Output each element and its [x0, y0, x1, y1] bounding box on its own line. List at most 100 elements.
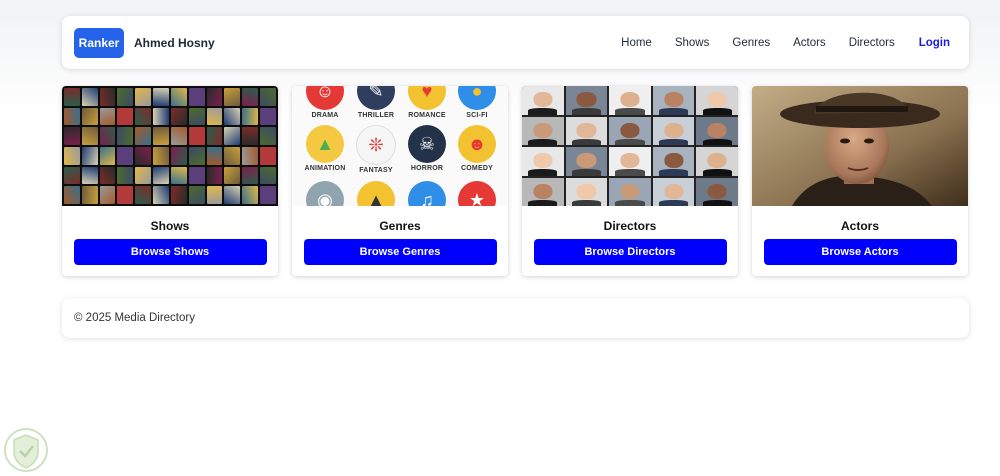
director-portrait-thumb	[652, 177, 695, 206]
movie-poster-thumb	[153, 88, 169, 106]
movie-poster-thumb	[206, 88, 223, 106]
movie-poster-thumb	[206, 186, 223, 204]
movie-poster-thumb	[135, 107, 152, 126]
director-portrait-thumb	[609, 177, 651, 206]
movie-poster-thumb	[117, 146, 134, 165]
genre-label: HORROR	[410, 165, 444, 172]
dragon-icon: ❊	[356, 125, 396, 165]
movie-poster-thumb	[242, 186, 259, 204]
nav-links: Home Shows Genres Actors Directors Login	[598, 37, 957, 49]
nav-link-actors[interactable]: Actors	[793, 37, 826, 49]
movie-poster-thumb	[99, 107, 116, 126]
movie-poster-thumb	[170, 127, 187, 145]
genre-comedy: ☻ COMEDY	[452, 125, 502, 172]
movie-poster-thumb	[64, 88, 80, 106]
nav-link-genres[interactable]: Genres	[732, 37, 770, 49]
movie-poster-thumb	[81, 186, 98, 204]
movie-poster-thumb	[188, 88, 205, 106]
director-portrait-thumb	[522, 116, 564, 145]
actor-portrait-drawing	[752, 86, 968, 206]
genre-drama: ☺ DRAMA	[300, 86, 350, 119]
movie-poster-thumb	[99, 166, 116, 185]
cactus-icon: ▲	[306, 125, 344, 163]
browse-directors-button[interactable]: Browse Directors	[533, 239, 727, 265]
movie-poster-thumb	[242, 146, 259, 165]
card-title-genres: Genres	[379, 219, 421, 233]
genre-fantasy: ❊ FANTASY	[351, 125, 401, 174]
movie-poster-thumb	[135, 146, 152, 165]
movie-poster-thumb	[117, 166, 134, 185]
genre-icon-grid: ☺ DRAMA ✎ THRILLER ♥ ROMANCE ● SCI-FI ▲ …	[292, 86, 508, 206]
skull-icon: ☠	[408, 125, 446, 163]
movie-poster-thumb	[242, 127, 259, 145]
shows-image	[62, 86, 278, 206]
movie-poster-thumb	[206, 127, 223, 145]
movie-poster-thumb	[117, 107, 134, 126]
directors-image	[522, 86, 738, 206]
genre-label: COMEDY	[461, 165, 493, 172]
movie-poster-thumb	[99, 88, 116, 106]
thriller-icon: ✎	[357, 86, 395, 110]
movie-poster-thumb	[188, 107, 205, 126]
camera-icon: ◉	[306, 181, 344, 206]
movie-poster-thumb	[81, 88, 98, 106]
card-title-actors: Actors	[840, 219, 879, 233]
genre-label: FANTASY	[359, 167, 393, 174]
movie-poster-thumb	[117, 186, 134, 204]
director-portrait-thumb	[565, 86, 608, 115]
browse-genres-button[interactable]: Browse Genres	[303, 239, 497, 265]
movie-poster-thumb	[260, 127, 276, 145]
browse-actors-button[interactable]: Browse Actors	[763, 239, 957, 265]
owner-name: Ahmed Hosny	[134, 35, 215, 50]
director-portrait-thumb	[522, 86, 564, 115]
card-title-directors: Directors	[603, 219, 657, 233]
genre-horror: ☠ HORROR	[402, 125, 452, 172]
director-portrait-thumb	[696, 147, 738, 176]
movie-poster-thumb	[242, 107, 259, 126]
movie-poster-thumb	[153, 146, 169, 165]
director-portrait-thumb	[609, 116, 651, 145]
music-icon: ♫	[408, 181, 446, 206]
genre-thriller: ✎ THRILLER	[351, 86, 401, 119]
heart-icon: ♥	[408, 86, 446, 110]
director-portrait-thumb	[652, 147, 695, 176]
nav-link-shows[interactable]: Shows	[675, 37, 710, 49]
movie-poster-thumb	[153, 107, 169, 126]
movie-poster-thumb	[206, 107, 223, 126]
movie-poster-thumb	[81, 107, 98, 126]
card-title-shows: Shows	[150, 219, 190, 233]
hat-icon: ▲	[357, 181, 395, 206]
genre-label: SCI-FI	[466, 112, 488, 119]
movie-poster-thumb	[224, 166, 241, 185]
movie-poster-thumb	[260, 186, 276, 204]
brand-logo[interactable]: Ranker	[74, 27, 124, 58]
browse-shows-button[interactable]: Browse Shows	[73, 239, 267, 265]
movie-poster-thumb	[260, 166, 276, 185]
western-icon: ★	[458, 181, 496, 206]
actors-image	[752, 86, 968, 206]
nav-link-home[interactable]: Home	[621, 37, 652, 49]
movie-poster-thumb	[170, 166, 187, 185]
movie-poster-thumb	[64, 166, 80, 185]
movie-poster-thumb	[242, 166, 259, 185]
movie-poster-thumb	[188, 166, 205, 185]
genre-label: THRILLER	[357, 112, 395, 119]
nav-link-directors[interactable]: Directors	[849, 37, 895, 49]
director-faces-grid	[522, 86, 738, 206]
footer: © 2025 Media Directory	[62, 298, 969, 338]
movie-poster-thumb	[135, 127, 152, 145]
genres-image: ☺ DRAMA ✎ THRILLER ♥ ROMANCE ● SCI-FI ▲ …	[292, 86, 508, 206]
movie-poster-thumb	[81, 166, 98, 185]
movie-poster-thumb	[170, 88, 187, 106]
movie-poster-thumb	[153, 166, 169, 185]
director-portrait-thumb	[696, 116, 738, 145]
login-link[interactable]: Login	[919, 37, 950, 49]
director-portrait-thumb	[696, 86, 738, 115]
movie-poster-thumb	[170, 107, 187, 126]
genre-label: ROMANCE	[408, 112, 446, 119]
movie-poster-thumb	[170, 146, 187, 165]
director-portrait-thumb	[565, 147, 608, 176]
movie-poster-thumb	[99, 186, 116, 204]
movie-poster-thumb	[64, 127, 80, 145]
shield-logo-icon	[4, 428, 48, 472]
